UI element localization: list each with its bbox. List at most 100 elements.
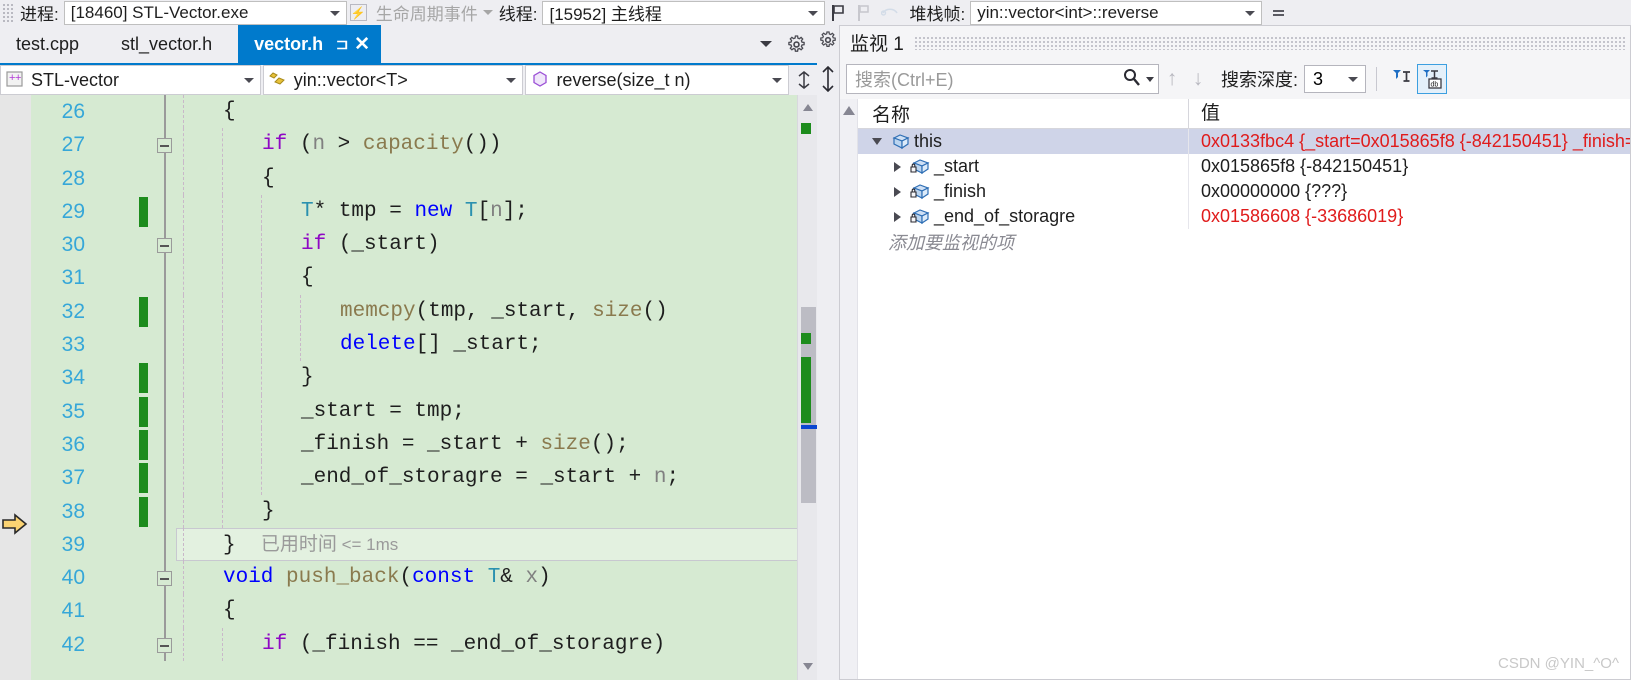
navbar-member-dropdown[interactable]: reverse(size_t n) xyxy=(525,65,790,95)
line-number: 39 xyxy=(61,532,85,556)
close-icon[interactable]: ✕ xyxy=(351,33,373,56)
watch-row-name-cell[interactable]: _end_of_storagre xyxy=(858,204,1188,229)
thread-dropdown[interactable]: [15952] 主线程 xyxy=(542,0,826,25)
code-line[interactable]: 40 void push_back(const T& x) xyxy=(31,561,817,595)
indent-guide xyxy=(183,461,184,495)
column-header-name[interactable]: 名称 xyxy=(858,100,1188,127)
indent-guide xyxy=(183,294,184,329)
editor-vertical-scrollbar[interactable] xyxy=(797,95,817,680)
pin-filter-button[interactable] xyxy=(1387,64,1417,94)
indent-guide xyxy=(183,161,184,195)
watch-row-name-cell[interactable]: _start xyxy=(858,154,1188,179)
search-options-chevron-down-icon[interactable] xyxy=(1146,76,1154,82)
collapse-region-icon[interactable] xyxy=(157,571,172,587)
search-next-icon[interactable]: ↓ xyxy=(1185,67,1211,91)
code-line[interactable]: 37 _end_of_storagre = _start + n; xyxy=(31,461,817,495)
splitter-handle-icon[interactable] xyxy=(820,65,836,97)
watch-tab-header[interactable]: 监视 1 xyxy=(839,25,1631,59)
fold-guide-line xyxy=(164,161,166,195)
code-line[interactable]: 35 _start = tmp; xyxy=(31,394,817,428)
watch-grid[interactable]: 名称 值 this 0x0133fbc4 {_start=0x015865f8 {… xyxy=(839,99,1631,680)
tab-test-cpp[interactable]: test.cpp xyxy=(0,25,106,63)
code-line[interactable]: 36 _finish = _start + size(); xyxy=(31,427,817,462)
code-line[interactable]: 33 delete[] _start; xyxy=(31,328,817,362)
expand-toggle-expanded-icon[interactable] xyxy=(866,138,888,145)
lifecycle-chevron-down-icon[interactable] xyxy=(482,10,493,15)
navbar-project-dropdown[interactable]: + + STL-vector xyxy=(0,65,261,95)
code-text: _end_of_storagre = _start + n; xyxy=(301,461,679,494)
panel-options-gear-icon[interactable] xyxy=(819,31,837,54)
tab-vector-h[interactable]: vector.h ⊐ ✕ xyxy=(238,25,382,63)
expand-toggle-collapsed-icon[interactable] xyxy=(886,211,908,222)
search-previous-icon[interactable]: ↑ xyxy=(1159,67,1185,91)
code-token: x xyxy=(525,566,539,590)
line-number: 40 xyxy=(61,566,85,590)
split-editor-button[interactable] xyxy=(791,65,817,95)
search-input[interactable]: 搜索(Ctrl+E) xyxy=(846,64,1159,94)
code-line[interactable]: 34} xyxy=(31,361,817,395)
editor-settings-button[interactable] xyxy=(783,25,809,63)
search-depth-dropdown[interactable]: 3 xyxy=(1304,65,1367,93)
triangle-right-icon xyxy=(893,161,901,172)
flag-icon[interactable] xyxy=(828,4,848,22)
collapse-region-icon[interactable] xyxy=(157,238,172,254)
code-line[interactable]: 32 memcpy(tmp, _start, size() xyxy=(31,294,817,329)
scroll-up-icon[interactable] xyxy=(802,99,814,117)
code-line[interactable]: 30 if (_start) xyxy=(31,228,817,262)
tab-stl-vector-h[interactable]: stl_vector.h xyxy=(105,25,239,63)
stack-frame-dropdown[interactable]: yin::vector<int>::reverse xyxy=(970,0,1263,25)
toolbar-overflow-icon[interactable] xyxy=(1270,9,1286,16)
watch-grid-left-scroll[interactable] xyxy=(840,99,858,679)
code-line[interactable]: 26 { xyxy=(31,95,817,129)
watch-row-name-cell[interactable]: this xyxy=(858,129,1188,154)
editor-indicator-margin[interactable] xyxy=(0,95,31,680)
indent-guide xyxy=(261,361,262,395)
watch-row[interactable]: _start 0x015865f8 {-842150451} xyxy=(858,154,1630,179)
code-line[interactable]: 41 { xyxy=(31,594,817,628)
column-header-value[interactable]: 值 xyxy=(1188,99,1630,129)
navbar-class-dropdown[interactable]: yin::vector<T> xyxy=(262,65,524,95)
process-dropdown[interactable]: [18460] STL-Vector.exe xyxy=(63,0,347,25)
watch-item-label: _finish xyxy=(934,181,987,201)
code-text: delete[] _start; xyxy=(340,328,542,361)
watch-row-name-cell[interactable]: _finish xyxy=(858,179,1188,204)
code-line[interactable]: 39} 已用时间 <= 1ms xyxy=(31,527,817,562)
watch-row-value-cell[interactable]: 0x00000000 {???} xyxy=(1188,179,1630,204)
watch-row[interactable]: this 0x0133fbc4 {_start=0x015865f8 {-8421… xyxy=(858,129,1630,154)
expand-toggle-collapsed-icon[interactable] xyxy=(886,186,908,197)
collapse-region-icon[interactable] xyxy=(157,138,172,154)
collapse-region-icon[interactable] xyxy=(157,637,172,653)
watch-row[interactable]: _finish 0x00000000 {???} xyxy=(858,179,1630,204)
code-text: if (n > capacity()) xyxy=(262,128,502,161)
code-line[interactable]: 27 if (n > capacity()) xyxy=(31,128,817,162)
indent-guide xyxy=(183,627,184,662)
thread-value: [15952] 主线程 xyxy=(549,5,662,24)
code-line[interactable]: 28 { xyxy=(31,161,817,195)
code-line[interactable]: 31 { xyxy=(31,261,817,295)
code-line[interactable]: 42 if (_finish == _end_of_storagre) xyxy=(31,627,817,662)
indent-guide xyxy=(300,294,301,329)
pin-icon[interactable]: ⊐ xyxy=(333,35,351,53)
watch-row[interactable]: _end_of_storagre 0x01586608 {-33686019} xyxy=(858,204,1630,229)
panel-splitter[interactable] xyxy=(817,25,839,680)
toolbar-drag-handle[interactable] xyxy=(2,2,14,23)
scroll-down-icon[interactable] xyxy=(802,658,814,676)
watch-row-value-cell[interactable]: 0x0133fbc4 {_start=0x015865f8 {-84215045… xyxy=(1188,129,1630,154)
code-lines-container: 26{27 if (n > capacity()) 28{29 T* tmp = ne… xyxy=(31,95,817,680)
expand-toggle-collapsed-icon[interactable] xyxy=(886,161,908,172)
hexadecimal-display-button[interactable]: db xyxy=(1417,64,1448,94)
indent-guide xyxy=(261,294,262,329)
code-line[interactable]: 38} xyxy=(31,494,817,528)
private-field-icon xyxy=(910,208,930,224)
watch-row-value-cell[interactable]: 0x015865f8 {-842150451} xyxy=(1188,154,1630,179)
code-line[interactable]: 29 T* tmp = new T[n]; xyxy=(31,194,817,229)
chevron-down-icon xyxy=(243,78,254,83)
indent-guide xyxy=(222,194,223,229)
code-editor-surface[interactable]: 26{27 if (n > capacity()) 28{29 T* tmp = ne… xyxy=(0,95,817,680)
tab-overflow-button[interactable] xyxy=(753,25,779,63)
lifecycle-event-icon[interactable]: ⚡ xyxy=(349,4,367,21)
code-token: n xyxy=(312,133,326,157)
navbar-member-label: reverse(size_t n) xyxy=(556,69,691,90)
watch-row-value-cell[interactable]: 0x01586608 {-33686019} xyxy=(1188,204,1630,229)
add-watch-item-row[interactable]: 添加要监视的项 xyxy=(858,229,1630,254)
